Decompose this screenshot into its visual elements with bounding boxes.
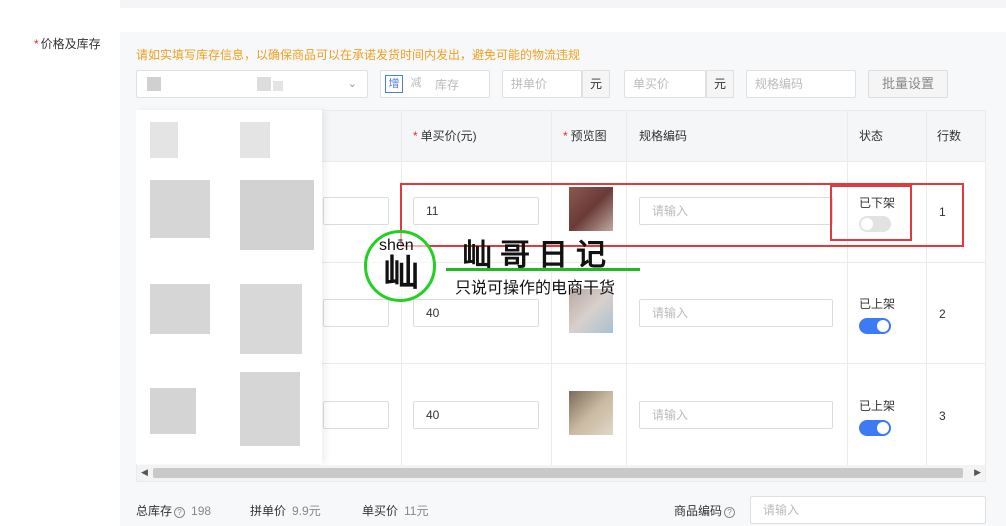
spec-code-field[interactable]: 请输入 (639, 401, 833, 429)
batch-set-button[interactable]: 批量设置 (868, 70, 948, 98)
blurred-content (150, 180, 210, 238)
status-highlight-box (830, 185, 912, 241)
section-label-text: 价格及库存 (40, 37, 101, 51)
page: * 价格及库存 请如实填写库存信息，以确保商品可以在承诺发货时间内发出，避免可能的… (0, 0, 1006, 526)
total-stock-label: 总库存 (136, 504, 173, 518)
horizontal-scrollbar[interactable]: ◀ ▶ (137, 465, 985, 481)
col-divider (926, 111, 927, 465)
watermark-subtitle: 只说可操作的电商干货 (455, 280, 616, 297)
col-divider (847, 111, 848, 465)
blurred-content (273, 81, 283, 91)
product-code-label: 商品编码 (674, 504, 723, 518)
blurred-content (240, 122, 270, 158)
total-stock-value: 198 (191, 504, 212, 518)
decrease-toggle[interactable]: 减 (407, 75, 425, 93)
header-preview: * 预览图 (563, 129, 607, 143)
scrollbar-thumb[interactable] (153, 468, 963, 478)
single-price-field[interactable]: 40 (413, 401, 539, 429)
stock-input[interactable]: 库存 (435, 76, 459, 93)
frozen-columns (136, 110, 322, 464)
header-status: 状态 (859, 129, 884, 143)
currency-addon: 元 (582, 70, 610, 98)
blurred-content (150, 284, 210, 334)
partial-input[interactable] (323, 197, 389, 225)
status-label: 已上架 (859, 399, 896, 413)
increase-toggle[interactable]: 增 (385, 75, 403, 93)
group-price-input[interactable]: 拼单价 (502, 70, 582, 98)
section-label: * 价格及库存 (34, 35, 101, 52)
total-stock: 总库存? 198 (136, 502, 211, 519)
header-row-no: 行数 (937, 129, 962, 143)
blurred-content (240, 180, 314, 250)
single-price-input[interactable]: 单买价 (624, 70, 706, 98)
header-spec-code: 规格编码 (639, 129, 688, 143)
scroll-right-icon[interactable]: ▶ (974, 467, 981, 478)
row-number: 3 (939, 409, 946, 423)
stock-notice: 请如实填写库存信息，以确保商品可以在承诺发货时间内发出，避免可能的物流违规 (136, 48, 581, 62)
stock-adjust-group: 增 减 库存 (380, 70, 490, 98)
spec-code-field[interactable]: 请输入 (639, 299, 833, 327)
blurred-content (147, 77, 161, 91)
blurred-content (240, 284, 302, 354)
status-label: 已上架 (859, 297, 896, 311)
top-band (120, 0, 1006, 8)
blurred-content (257, 77, 271, 91)
spec-code-input[interactable]: 规格编码 (746, 70, 856, 98)
blurred-content (150, 388, 196, 434)
chevron-down-icon: ⌄ (347, 78, 357, 90)
help-icon[interactable]: ? (724, 507, 736, 518)
blurred-content (150, 122, 178, 158)
product-code: 商品编码? (674, 502, 736, 519)
preview-image[interactable] (569, 391, 613, 435)
spec-select[interactable]: ⌄ (136, 70, 368, 98)
scroll-left-icon[interactable]: ◀ (141, 467, 148, 478)
group-price-value: 9.9元 (292, 504, 321, 518)
group-price-summary: 拼单价 9.9元 (250, 502, 321, 519)
status-toggle[interactable] (859, 318, 891, 334)
single-price-label: 单买价 (362, 504, 399, 518)
watermark-glyph: 屾 (383, 252, 420, 293)
watermark-underline (446, 268, 640, 271)
single-price-field[interactable]: 40 (413, 299, 539, 327)
help-icon[interactable]: ? (174, 507, 186, 518)
partial-input[interactable] (323, 401, 389, 429)
status-toggle[interactable] (859, 420, 891, 436)
col-divider (626, 111, 627, 465)
row-number: 2 (939, 307, 946, 321)
partial-input[interactable] (323, 299, 389, 327)
single-price-value: 11元 (404, 504, 429, 518)
required-mark: * (34, 37, 39, 51)
watermark-logo: shēn 屾 (364, 230, 436, 302)
currency-addon: 元 (706, 70, 734, 98)
single-price-summary: 单买价 11元 (362, 502, 428, 519)
product-code-input[interactable]: 请输入 (750, 496, 986, 524)
header-single-price: * 单买价(元) (413, 129, 477, 143)
blurred-content (240, 372, 300, 446)
group-price-label: 拼单价 (250, 504, 287, 518)
